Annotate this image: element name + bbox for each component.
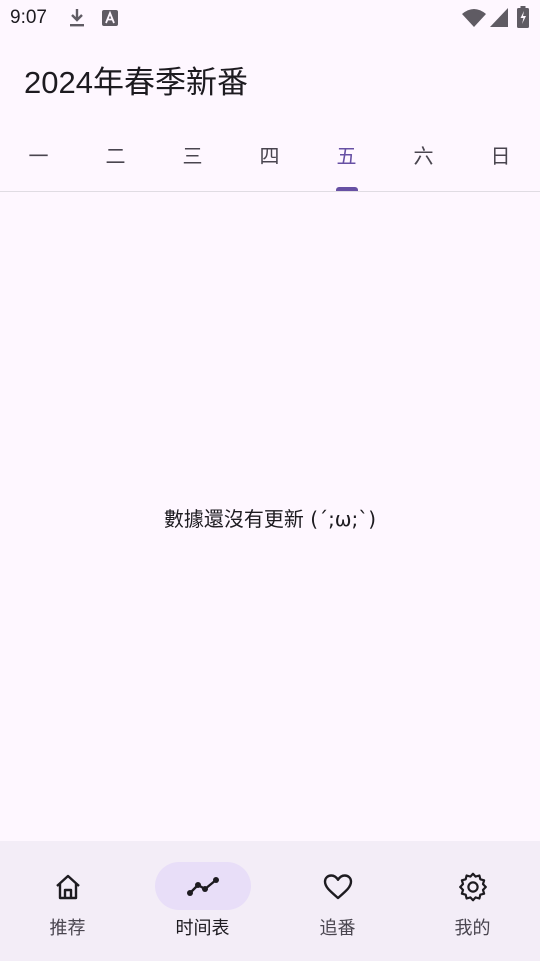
timeline-icon <box>186 877 219 896</box>
tab-monday[interactable]: 一 <box>0 120 77 191</box>
tab-label: 三 <box>182 144 203 168</box>
battery-icon <box>517 6 529 28</box>
tab-label: 二 <box>105 144 126 168</box>
bottom-navigation: 推荐 时间表 追番 我的 <box>0 841 540 961</box>
tab-label: 六 <box>413 144 434 168</box>
wifi-icon <box>462 9 486 27</box>
status-bar: 9:07 <box>0 0 540 38</box>
nav-label: 时间表 <box>175 918 230 939</box>
empty-state-message: 數據還沒有更新 (´;ω;`) <box>163 507 377 531</box>
active-tab-indicator <box>335 187 358 191</box>
nav-label: 推荐 <box>49 918 86 939</box>
tab-wednesday[interactable]: 三 <box>154 120 231 191</box>
nav-label: 我的 <box>454 918 491 939</box>
page-title: 2024年春季新番 <box>24 65 248 100</box>
tab-thursday[interactable]: 四 <box>231 120 308 191</box>
heart-icon <box>323 874 352 900</box>
status-time: 9:07 <box>10 7 47 28</box>
tab-tuesday[interactable]: 二 <box>77 120 154 191</box>
text-a-icon <box>102 10 118 26</box>
nav-label: 追番 <box>319 918 356 939</box>
tab-sunday[interactable]: 日 <box>462 120 539 191</box>
download-icon <box>70 9 84 27</box>
tab-label: 四 <box>259 144 280 168</box>
gear-icon <box>458 872 487 902</box>
signal-icon <box>490 8 508 27</box>
tab-label: 日 <box>490 144 511 168</box>
weekday-tabs: 一 二 三 四 五 六 日 <box>0 120 540 192</box>
nav-item-recommend[interactable]: 推荐 <box>0 841 135 961</box>
tab-label: 一 <box>28 144 49 168</box>
tab-friday[interactable]: 五 <box>308 120 385 191</box>
tab-label: 五 <box>336 144 357 168</box>
home-icon <box>55 874 80 900</box>
nav-item-follow[interactable]: 追番 <box>270 841 405 961</box>
nav-item-profile[interactable]: 我的 <box>405 841 540 961</box>
nav-item-schedule[interactable]: 时间表 <box>135 841 270 961</box>
tab-saturday[interactable]: 六 <box>385 120 462 191</box>
